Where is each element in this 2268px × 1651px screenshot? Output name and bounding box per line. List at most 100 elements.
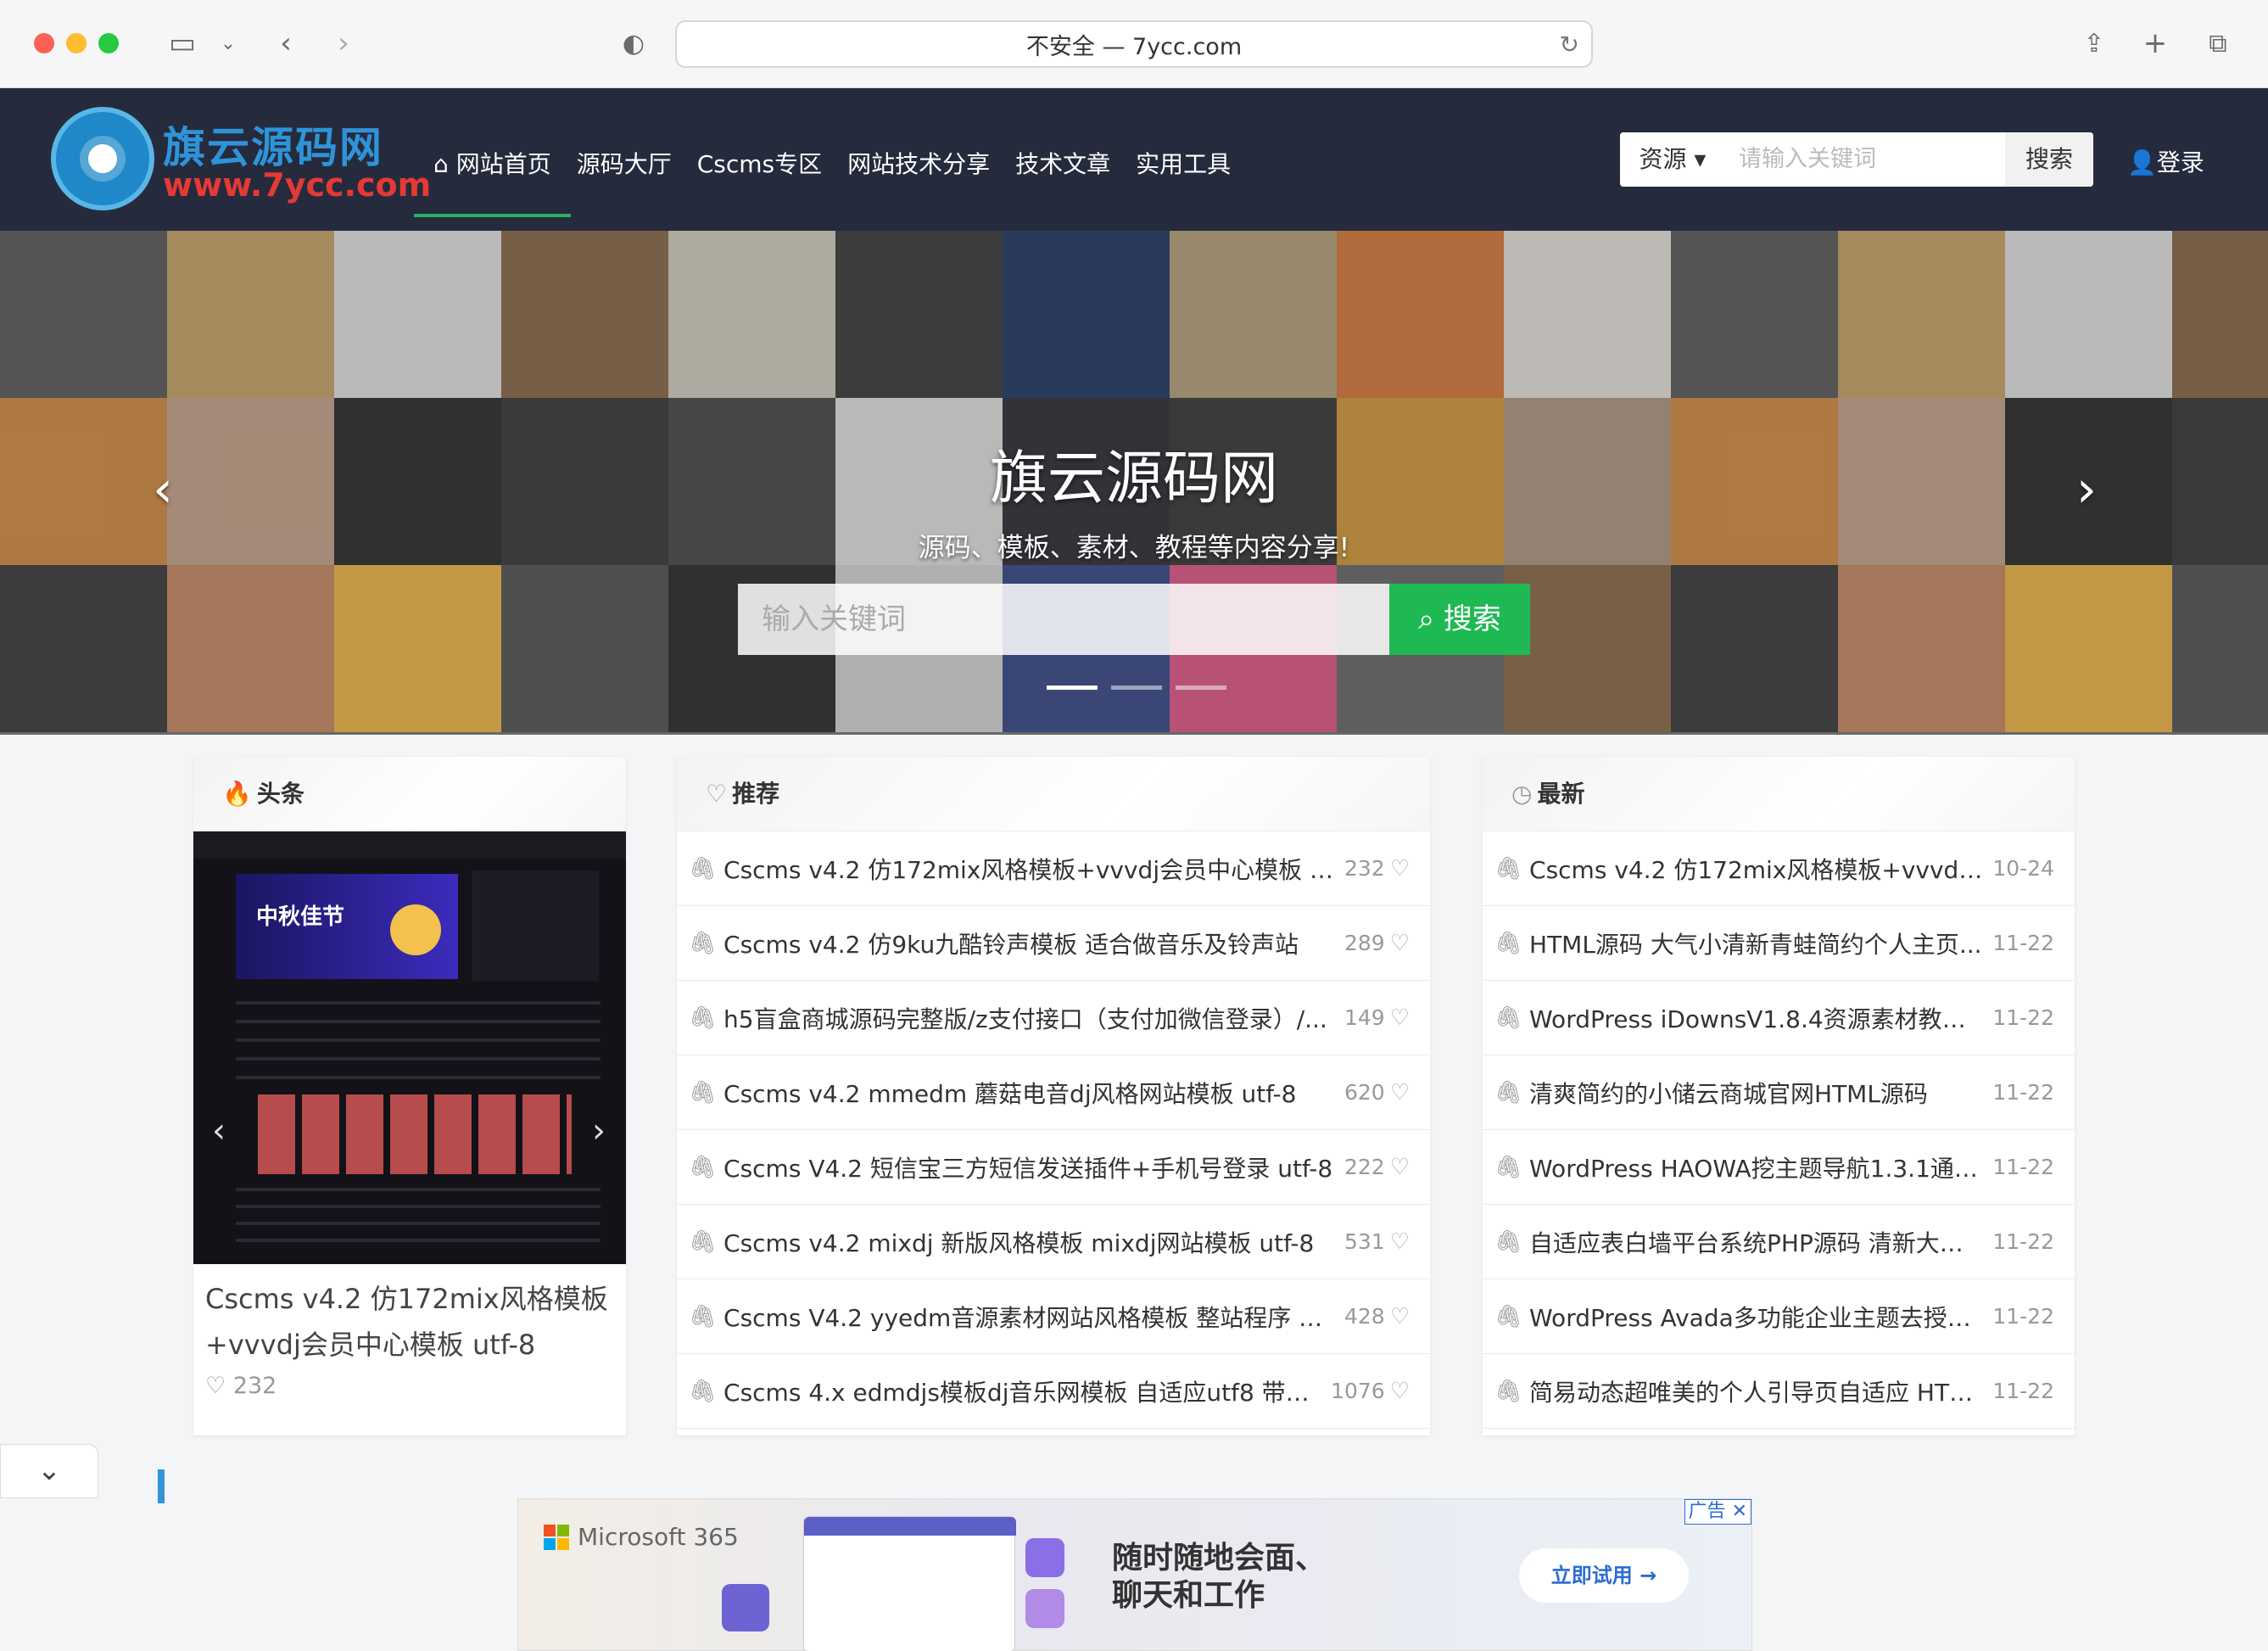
ad-tag-label: 广告 [1688,1501,1726,1522]
collapse-chevron-icon[interactable]: ⌄ [0,1444,98,1498]
nav-tech-share[interactable]: 网站技术分享 [835,139,1003,187]
carousel-indicators [1047,686,1226,690]
ad-tag[interactable]: 广告 ✕ [1684,1499,1751,1525]
teams-icon [1025,1538,1064,1577]
share-icon[interactable]: ⇪ [2073,22,2115,64]
hero-search-button[interactable]: ⌕ 搜索 [1389,584,1530,655]
ad-cta-button[interactable]: 立即试用 → [1519,1548,1689,1603]
paperclip-icon: 🖇 [689,1079,718,1105]
ad-banner[interactable]: Microsoft 365 随时随地会面、 聊天和工作 立即试用 → 广告 ✕ [517,1498,1752,1651]
tab-overview-icon[interactable]: ⧉ [2197,22,2239,64]
header-search-input[interactable]: 请输入关键词 [1725,132,2005,187]
latest-item[interactable]: 🖇 WordPress Avada多功能企业主题去授权无... 11-22 [1483,1279,2075,1354]
website: 旗云源码网 www.7ycc.com ⌂ 网站首页 源码大厅 Cscms专区 网… [0,88,2268,1651]
latest-item[interactable]: 🖇 WordPress HAOWA挖主题导航1.3.1通用型... 11-22 [1483,1130,2075,1205]
latest-item-title[interactable]: WordPress iDownsV1.8.4资源素材教程下... [1529,1001,1984,1035]
recommend-item-title[interactable]: Cscms V4.2 yyedm音源素材网站风格模板 整站程序 utf8 [723,1300,1336,1334]
close-icon[interactable]: ✕ [1732,1501,1747,1522]
latest-item-date: 11-22 [1992,1005,2054,1030]
logo-icon[interactable] [51,107,154,210]
nav-home-label: 网站首页 [455,150,551,178]
recommend-item[interactable]: 🖇 Cscms v4.2 仿172mix风格模板+vvvdj会员中心模板 utf-… [677,831,1430,906]
latest-item[interactable]: 🖇 WordPress iDownsV1.8.4资源素材教程下... 11-22 [1483,981,2075,1055]
nav-tech-articles[interactable]: 技术文章 [1003,139,1123,187]
recommend-item-title[interactable]: Cscms v4.2 仿172mix风格模板+vvvdj会员中心模板 utf-8 [723,852,1336,886]
close-window-button[interactable] [34,33,54,53]
hero-search: 输入关键词 ⌕ 搜索 [738,584,1530,655]
nav-source-hall[interactable]: 源码大厅 [564,139,684,187]
heart-icon[interactable]: ♡ [1390,1229,1410,1255]
carousel-dot-3[interactable] [1176,686,1226,690]
heart-icon[interactable]: ♡ [1390,931,1410,956]
recommend-item-title[interactable]: Cscms V4.2 短信宝三方短信发送插件+手机号登录 utf-8 [723,1150,1336,1184]
recommend-item-title[interactable]: Cscms 4.x edmdjs模板dj音乐网模板 自适应utf8 带波纹... [723,1374,1322,1408]
chevron-down-icon[interactable]: ⌄ [207,22,249,64]
logo-url[interactable]: www.7ycc.com [163,166,431,204]
search-scope-label: 资源 [1639,145,1687,173]
recommend-item[interactable]: 🖇 Cscms v4.2 仿9ku九酷铃声模板 适合做音乐及铃声站 289 ♡ [677,906,1430,981]
latest-list: 🖇Cscms v4.2 仿172mix风格模板+vvvdj会员...10-24🖇… [1483,831,2075,1429]
latest-item[interactable]: 🖇 HTML源码 大气小清新青蛙简约个人主页... 11-22 [1483,906,2075,981]
reload-icon[interactable]: ↻ [1560,31,1579,59]
privacy-shield-icon[interactable]: ◐ [612,22,655,64]
forward-icon[interactable]: › [322,22,365,64]
minimize-window-button[interactable] [66,33,87,53]
paperclip-icon: 🖇 [689,1303,718,1329]
recommend-item-title[interactable]: Cscms v4.2 mmedm 蘑菇电音dj风格网站模板 utf-8 [723,1076,1336,1110]
heart-icon[interactable]: ♡ [205,1373,226,1399]
recommend-item[interactable]: 🖇 Cscms v4.2 mmedm 蘑菇电音dj风格网站模板 utf-8 620 ♡ [677,1055,1430,1130]
heart-icon[interactable]: ♡ [1390,1304,1410,1329]
headline-caption[interactable]: Cscms v4.2 仿172mix风格模板+vvvdj会员中心模板 utf-8 [205,1276,617,1368]
latest-item[interactable]: 🖇 简易动态超唯美的个人引导页自适应 HTM... 11-22 [1483,1354,2075,1429]
recommend-item[interactable]: 🖇 Cscms V4.2 yyedm音源素材网站风格模板 整站程序 utf8 428… [677,1279,1430,1354]
recommend-item[interactable]: 🖇 Cscms 4.x edmdjs模板dj音乐网模板 自适应utf8 带波纹..… [677,1354,1430,1429]
login-link[interactable]: 👤登录 [2127,139,2204,187]
latest-item-title[interactable]: WordPress HAOWA挖主题导航1.3.1通用型... [1529,1150,1984,1184]
recommend-item[interactable]: 🖇 Cscms v4.2 mixdj 新版风格模板 mixdj网站模板 utf-8… [677,1205,1430,1279]
carousel-dot-2[interactable] [1111,686,1162,690]
login-label: 登录 [2156,148,2204,176]
sidebar-toggle-icon[interactable]: ▭ [161,22,204,64]
nav-home[interactable]: ⌂ 网站首页 [414,139,571,217]
nav-tools[interactable]: 实用工具 [1123,139,1243,187]
zoom-window-button[interactable] [98,33,119,53]
recommend-header: ♡ 推荐 [677,757,1430,831]
latest-item-title[interactable]: HTML源码 大气小清新青蛙简约个人主页... [1529,926,1984,960]
ad-headline: 随时随地会面、 聊天和工作 [1112,1540,1326,1615]
heart-icon[interactable]: ♡ [1390,1005,1410,1031]
paperclip-icon: 🖇 [689,1378,718,1404]
headline-header: 🔥 头条 [193,757,626,831]
new-tab-icon[interactable]: + [2134,22,2176,64]
recommend-item-title[interactable]: h5盲盒商城源码完整版/z支付接口（支付加微信登录）/... [723,1001,1336,1035]
recommend-item[interactable]: 🖇 h5盲盒商城源码完整版/z支付接口（支付加微信登录）/... 149 ♡ [677,981,1430,1055]
recommend-item[interactable]: 🖇 Cscms V4.2 短信宝三方短信发送插件+手机号登录 utf-8 222 ♡ [677,1130,1430,1205]
thumb-prev-icon[interactable]: ‹ [212,1111,226,1150]
latest-item[interactable]: 🖇Cscms v4.2 仿172mix风格模板+vvvdj会员... 10-24 [1483,831,2075,906]
recommend-item-count: 149 [1343,1005,1385,1030]
heart-icon[interactable]: ♡ [1390,1080,1410,1105]
nav-cscms[interactable]: Cscms专区 [684,139,835,187]
header-search-button[interactable]: 搜索 [2005,132,2093,187]
recommend-item-title[interactable]: Cscms v4.2 mixdj 新版风格模板 mixdj网站模板 utf-8 [723,1225,1336,1259]
recommend-item-title[interactable]: Cscms v4.2 仿9ku九酷铃声模板 适合做音乐及铃声站 [723,926,1336,960]
heart-icon[interactable]: ♡ [1390,856,1410,881]
headline-title: 头条 [256,780,304,808]
back-icon[interactable]: ‹ [265,22,307,64]
latest-item-title[interactable]: WordPress Avada多功能企业主题去授权无... [1529,1300,1984,1334]
heart-icon[interactable]: ♡ [1390,1155,1410,1180]
latest-item[interactable]: 🖇 自适应表白墙平台系统PHP源码 清新大气... 11-22 [1483,1205,2075,1279]
latest-item[interactable]: 🖇 清爽简约的小储云商城官网HTML源码 11-22 [1483,1055,2075,1130]
thumb-next-icon[interactable]: › [592,1111,606,1150]
latest-item-date: 11-22 [1992,1379,2054,1403]
heart-outline-icon: ♡ [706,780,728,808]
search-scope-select[interactable]: 资源 ▾ [1620,132,1725,187]
latest-item-title[interactable]: 简易动态超唯美的个人引导页自适应 HTM... [1529,1374,1984,1408]
latest-item-title[interactable]: 清爽简约的小储云商城官网HTML源码 [1529,1076,1984,1110]
hero-search-input[interactable]: 输入关键词 [738,584,1389,655]
headline-thumbnail[interactable]: 中秋佳节 ‹ › [193,831,626,1264]
address-bar[interactable]: 不安全 — 7ycc.com ↻ [675,20,1593,68]
latest-item-title[interactable]: Cscms v4.2 仿172mix风格模板+vvvdj会员... [1529,852,1984,886]
heart-icon[interactable]: ♡ [1390,1379,1410,1404]
carousel-dot-1[interactable] [1047,686,1098,690]
latest-item-title[interactable]: 自适应表白墙平台系统PHP源码 清新大气... [1529,1225,1984,1259]
